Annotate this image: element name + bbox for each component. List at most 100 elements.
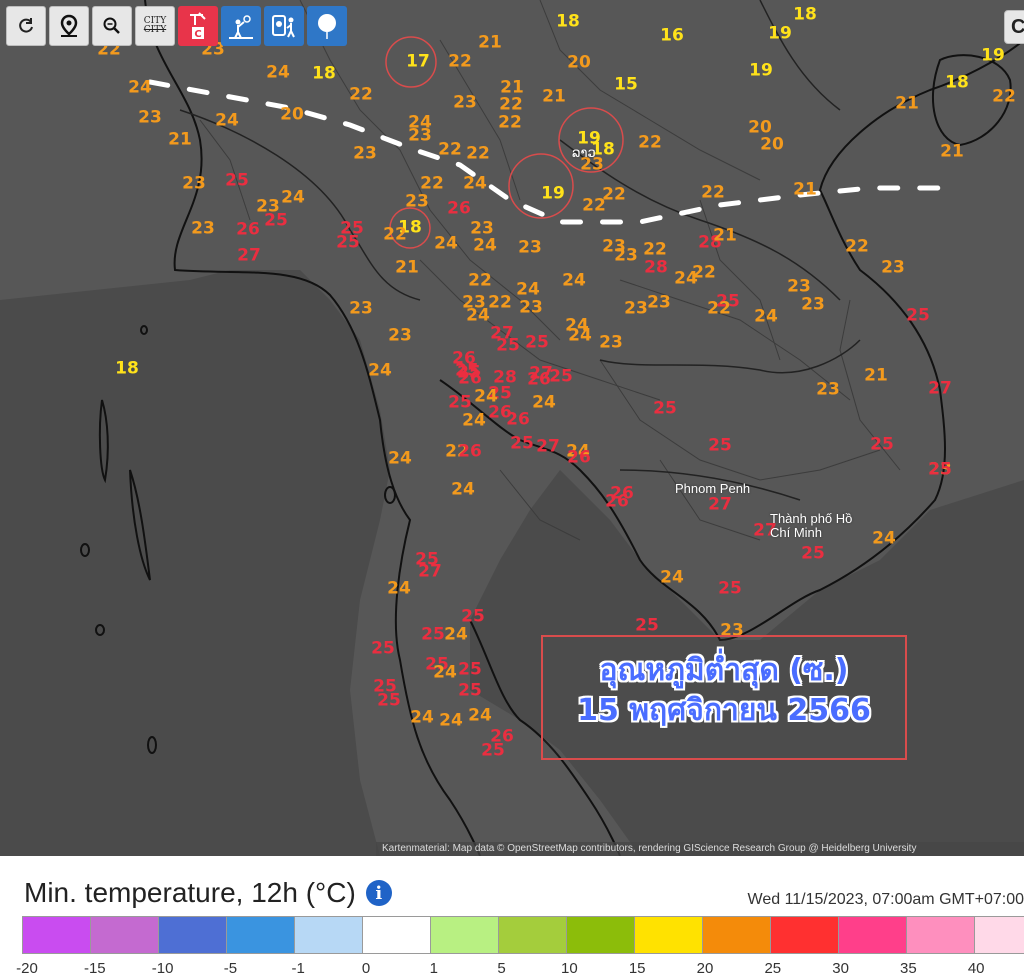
locate-button[interactable]: [49, 6, 89, 46]
temperature-label[interactable]: 22: [420, 175, 444, 193]
temperature-label[interactable]: 20: [280, 106, 304, 124]
temperature-label[interactable]: 21: [542, 88, 566, 106]
city-toggle-button[interactable]: CITY CITY: [135, 6, 175, 46]
temperature-label[interactable]: 25: [801, 545, 825, 563]
temperature-label[interactable]: 24: [754, 308, 778, 326]
temperature-label[interactable]: 24: [281, 189, 305, 207]
temperature-label[interactable]: 25: [708, 437, 732, 455]
temperature-label[interactable]: 24: [128, 79, 152, 97]
temperature-label[interactable]: 24: [473, 237, 497, 255]
temperature-label[interactable]: 21: [793, 181, 817, 199]
temperature-label[interactable]: 24: [872, 530, 896, 548]
temperature-label[interactable]: 24: [674, 270, 698, 288]
temperature-label[interactable]: 16: [660, 27, 684, 45]
info-icon[interactable]: i: [365, 880, 392, 906]
temperature-label[interactable]: 22: [498, 114, 522, 132]
temperature-label[interactable]: 24: [562, 272, 586, 290]
temperature-label[interactable]: 19: [541, 185, 565, 203]
temperature-label[interactable]: 23: [801, 296, 825, 314]
temperature-label[interactable]: 26: [527, 371, 551, 389]
temperature-label[interactable]: 25: [225, 172, 249, 190]
temperature-label[interactable]: 19: [768, 25, 792, 43]
zoom-button[interactable]: [92, 6, 132, 46]
temperature-label[interactable]: 24: [532, 394, 556, 412]
temperature-label[interactable]: 22: [448, 53, 472, 71]
temperature-label[interactable]: 25: [635, 617, 659, 635]
temperature-label[interactable]: 22: [707, 300, 731, 318]
refresh-button[interactable]: [6, 6, 46, 46]
temperature-label[interactable]: 25: [455, 362, 479, 380]
temperature-label[interactable]: 24: [516, 281, 540, 299]
temperature-label[interactable]: 24: [468, 707, 492, 725]
temperature-label[interactable]: 18: [115, 360, 139, 378]
temperature-label[interactable]: 24: [439, 712, 463, 730]
corner-button[interactable]: C: [1004, 10, 1024, 44]
temperature-label[interactable]: 21: [168, 131, 192, 149]
temperature-label[interactable]: 27: [928, 380, 952, 398]
temperature-label[interactable]: 22: [582, 197, 606, 215]
temperature-label[interactable]: 25: [525, 334, 549, 352]
temperature-label[interactable]: 24: [433, 664, 457, 682]
temperature-label[interactable]: 26: [567, 449, 591, 467]
temperature-label[interactable]: 22: [845, 238, 869, 256]
temperature-label[interactable]: 23: [881, 259, 905, 277]
temperature-label[interactable]: 25: [421, 626, 445, 644]
temperature-label[interactable]: 27: [418, 563, 442, 581]
temperature-label[interactable]: 26: [506, 411, 530, 429]
temperature-label[interactable]: 24: [660, 569, 684, 587]
weather-station-button[interactable]: C: [178, 6, 218, 46]
temperature-label[interactable]: 17: [406, 53, 430, 71]
temperature-label[interactable]: 25: [481, 742, 505, 760]
temperature-label[interactable]: 26: [236, 221, 260, 239]
temperature-label[interactable]: 24: [462, 412, 486, 430]
temperature-label[interactable]: 23: [408, 127, 432, 145]
temperature-label[interactable]: 23: [624, 300, 648, 318]
temperature-label[interactable]: 21: [864, 367, 888, 385]
temperature-label[interactable]: 24: [434, 235, 458, 253]
temperature-map[interactable]: CITY CITY C C 18 16 18 19 19 22 23 17 22 21 20 15 19…: [0, 0, 1024, 856]
temperature-label[interactable]: 26: [458, 443, 482, 461]
temperature-label[interactable]: 22: [992, 88, 1016, 106]
temperature-label[interactable]: 23: [405, 193, 429, 211]
temperature-label[interactable]: 22: [499, 96, 523, 114]
temperature-label[interactable]: 23: [191, 220, 215, 238]
temperature-label[interactable]: 23: [138, 109, 162, 127]
temperature-label[interactable]: 22: [488, 294, 512, 312]
temperature-label[interactable]: 25: [510, 435, 534, 453]
temperature-label[interactable]: 21: [895, 95, 919, 113]
temperature-label[interactable]: 26: [605, 493, 629, 511]
report-button[interactable]: [264, 6, 304, 46]
map-attribution[interactable]: Kartenmaterial: Map data © OpenStreetMap…: [376, 842, 1024, 856]
temperature-label[interactable]: 23: [453, 94, 477, 112]
temperature-label[interactable]: 19: [749, 62, 773, 80]
temperature-label[interactable]: 25: [496, 337, 520, 355]
temperature-label[interactable]: 18: [312, 65, 336, 83]
temperature-label[interactable]: 23: [614, 247, 638, 265]
temperature-label[interactable]: 23: [787, 278, 811, 296]
temperature-label[interactable]: 27: [536, 438, 560, 456]
temperature-label[interactable]: 24: [466, 307, 490, 325]
temperature-label[interactable]: 25: [371, 640, 395, 658]
temperature-label[interactable]: 24: [410, 709, 434, 727]
temperature-label[interactable]: 24: [463, 175, 487, 193]
temperature-label[interactable]: 22: [383, 226, 407, 244]
temperature-label[interactable]: 18: [556, 13, 580, 31]
temperature-label[interactable]: 23: [519, 299, 543, 317]
temperature-label[interactable]: 23: [182, 175, 206, 193]
temperature-label[interactable]: 24: [568, 327, 592, 345]
balloon-button[interactable]: [307, 6, 347, 46]
temperature-label[interactable]: 23: [388, 327, 412, 345]
temperature-label[interactable]: 21: [713, 227, 737, 245]
temperature-label[interactable]: 25: [377, 692, 401, 710]
temperature-label[interactable]: 24: [451, 481, 475, 499]
temperature-label[interactable]: 25: [448, 394, 472, 412]
temperature-label[interactable]: 18: [793, 6, 817, 24]
temperature-label[interactable]: 26: [447, 200, 471, 218]
temperature-label[interactable]: 24: [368, 362, 392, 380]
temperature-label[interactable]: 21: [940, 143, 964, 161]
temperature-label[interactable]: 25: [461, 608, 485, 626]
temperature-label[interactable]: 22: [643, 241, 667, 259]
temperature-label[interactable]: 21: [478, 34, 502, 52]
temperature-label[interactable]: 25: [653, 400, 677, 418]
temperature-label[interactable]: 25: [458, 661, 482, 679]
